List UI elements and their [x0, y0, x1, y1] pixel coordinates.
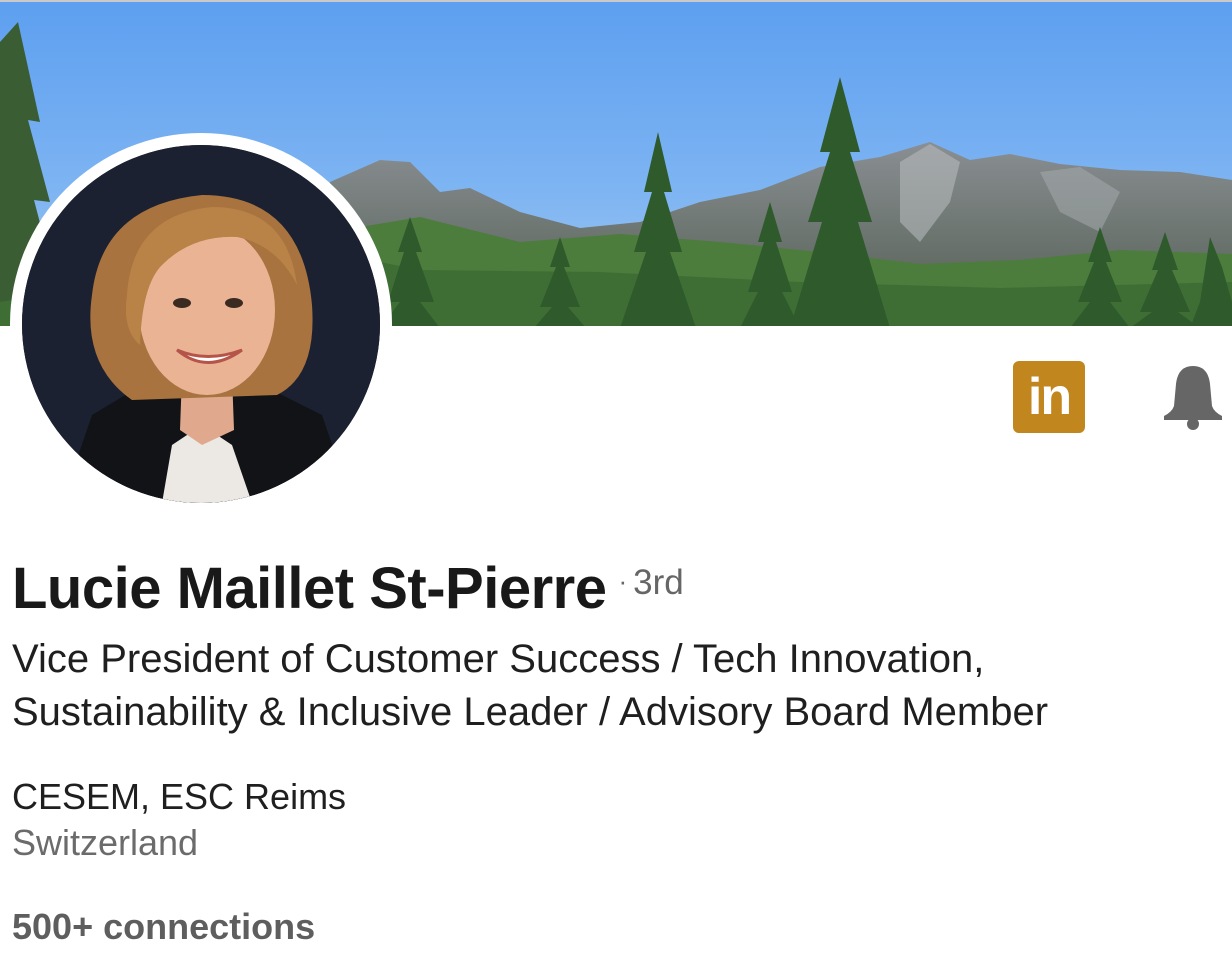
profile-avatar[interactable]	[10, 133, 392, 515]
profile-page: in Lucie Maillet St-Pierre · 3rd Vice Pres…	[0, 0, 1232, 960]
bell-icon[interactable]	[1160, 362, 1226, 430]
connections-count[interactable]: 500+ connections	[12, 906, 315, 948]
linkedin-icon[interactable]: in	[1013, 361, 1085, 433]
name-row: Lucie Maillet St-Pierre · 3rd	[12, 555, 684, 622]
profile-education[interactable]: CESEM, ESC Reims	[12, 776, 346, 818]
profile-name: Lucie Maillet St-Pierre	[12, 556, 607, 621]
degree-separator: ·	[618, 566, 628, 596]
avatar-photo	[22, 145, 380, 503]
connection-degree: 3rd	[633, 563, 684, 602]
profile-headline: Vice President of Customer Success / Tec…	[12, 637, 1049, 734]
profile-location: Switzerland	[12, 822, 199, 863]
